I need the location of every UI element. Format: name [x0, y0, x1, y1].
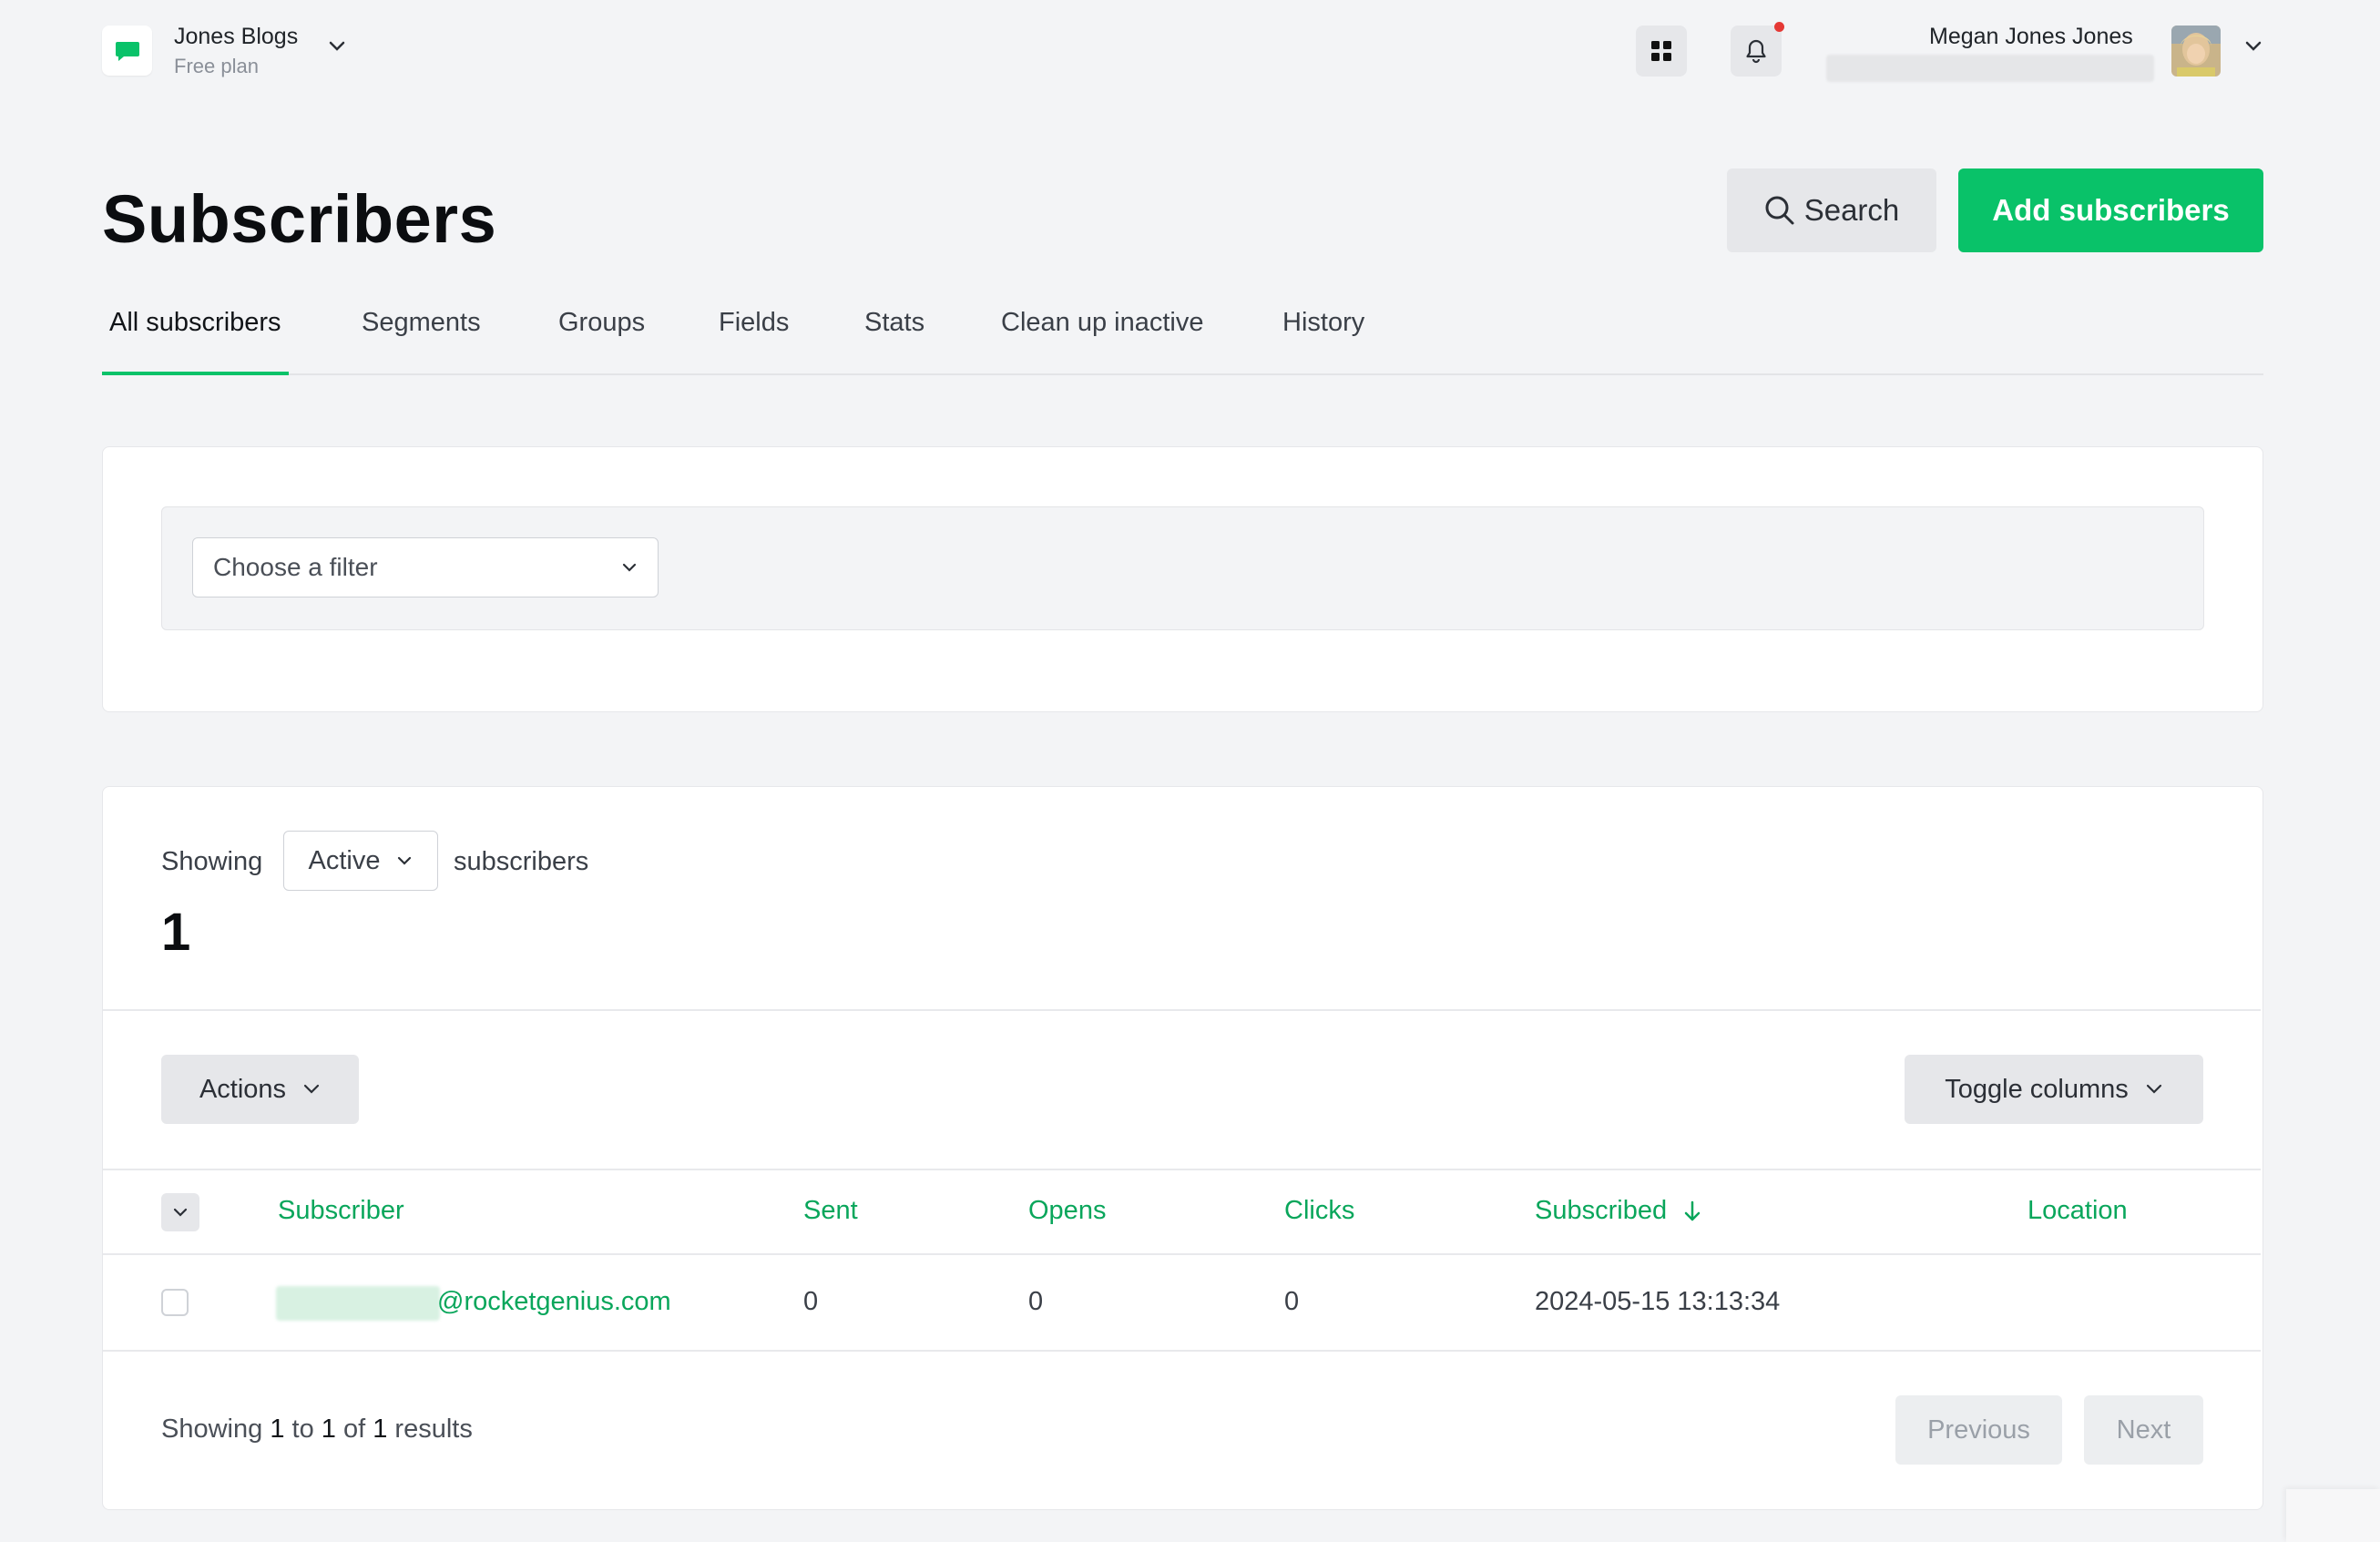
search-icon	[1765, 196, 1794, 225]
tab-fields[interactable]: Fields	[719, 301, 789, 372]
column-header-subscriber[interactable]: Subscriber	[278, 1196, 404, 1226]
brand-logo[interactable]	[102, 26, 152, 76]
cell-subscribed: 2024-05-15 13:13:34	[1535, 1287, 1781, 1316]
cell-opens: 0	[1028, 1287, 1044, 1316]
grid-icon	[1651, 41, 1671, 61]
chevron-down-icon[interactable]	[328, 40, 346, 57]
toggle-columns-label: Toggle columns	[1945, 1074, 2129, 1104]
actions-button-label: Actions	[199, 1074, 287, 1104]
arrow-down-icon	[1684, 1200, 1701, 1220]
results-word: results	[394, 1414, 473, 1444]
chat-icon	[115, 41, 139, 61]
notification-badge	[1774, 22, 1784, 32]
next-button[interactable]: Next	[2084, 1395, 2203, 1465]
results-from: 1	[270, 1414, 285, 1444]
subscriber-count: 1	[161, 903, 191, 962]
results-to: 1	[321, 1414, 336, 1444]
chevron-down-icon[interactable]	[2244, 40, 2263, 57]
tab-groups[interactable]: Groups	[558, 301, 645, 372]
search-button[interactable]: Search	[1727, 168, 1936, 252]
toggle-columns-button[interactable]: Toggle columns	[1905, 1055, 2203, 1124]
chevron-down-icon	[303, 1084, 320, 1094]
tab-bar: All subscribers Segments Groups Fields S…	[102, 301, 2263, 375]
results-to-word: to	[291, 1414, 314, 1444]
filter-select[interactable]: Choose a filter	[192, 537, 659, 597]
tab-segments[interactable]: Segments	[362, 301, 481, 372]
column-header-sent[interactable]: Sent	[803, 1196, 858, 1226]
add-subscribers-button[interactable]: Add subscribers	[1958, 168, 2263, 252]
column-header-opens[interactable]: Opens	[1028, 1196, 1106, 1226]
divider	[103, 1169, 2261, 1170]
subscriber-email[interactable]: @rocketgenius.com	[437, 1287, 671, 1317]
column-header-location[interactable]: Location	[2028, 1196, 2128, 1226]
apps-button[interactable]	[1636, 26, 1687, 77]
cell-clicks: 0	[1284, 1287, 1300, 1316]
tab-all-subscribers[interactable]: All subscribers	[102, 301, 289, 375]
previous-button[interactable]: Previous	[1895, 1395, 2062, 1465]
row-checkbox[interactable]	[161, 1289, 189, 1316]
divider	[103, 1253, 2261, 1255]
page-title: Subscribers	[102, 181, 497, 257]
chevron-down-icon	[2146, 1084, 2161, 1094]
select-all-dropdown[interactable]	[161, 1193, 199, 1231]
corner-widget	[2286, 1489, 2380, 1542]
chevron-down-icon	[398, 856, 412, 865]
bell-icon	[1746, 39, 1766, 64]
column-header-subscribed-label: Subscribed	[1535, 1196, 1668, 1225]
account-plan: Free plan	[174, 55, 259, 77]
status-select-value: Active	[308, 845, 381, 875]
subscribers-label: subscribers	[454, 847, 589, 876]
chevron-down-icon	[173, 1208, 188, 1217]
divider	[103, 1009, 2261, 1011]
divider	[103, 1350, 2261, 1352]
search-button-label: Search	[1803, 193, 1900, 227]
email-redacted	[276, 1286, 440, 1321]
showing-label: Showing	[161, 847, 263, 876]
column-header-subscribed[interactable]: Subscribed	[1535, 1196, 1701, 1226]
avatar[interactable]	[2171, 26, 2221, 77]
actions-button[interactable]: Actions	[161, 1055, 359, 1124]
tab-stats[interactable]: Stats	[864, 301, 924, 372]
column-header-clicks[interactable]: Clicks	[1284, 1196, 1354, 1226]
results-of-word: of	[342, 1414, 366, 1444]
tab-clean-up-inactive[interactable]: Clean up inactive	[1001, 301, 1203, 372]
results-total: 1	[373, 1414, 388, 1444]
user-name[interactable]: Megan Jones Jones	[1929, 24, 2133, 50]
user-email-redacted	[1826, 55, 2154, 82]
filter-select-placeholder: Choose a filter	[213, 553, 378, 581]
account-name[interactable]: Jones Blogs	[174, 24, 298, 50]
results-summary: Showing 1 to 1 of 1 results	[161, 1414, 473, 1445]
status-select[interactable]: Active	[283, 831, 438, 891]
notifications-button[interactable]	[1731, 26, 1782, 77]
tab-history[interactable]: History	[1282, 301, 1364, 372]
chevron-down-icon	[622, 563, 637, 572]
cell-sent: 0	[803, 1287, 819, 1316]
results-showing-word: Showing	[161, 1414, 263, 1444]
